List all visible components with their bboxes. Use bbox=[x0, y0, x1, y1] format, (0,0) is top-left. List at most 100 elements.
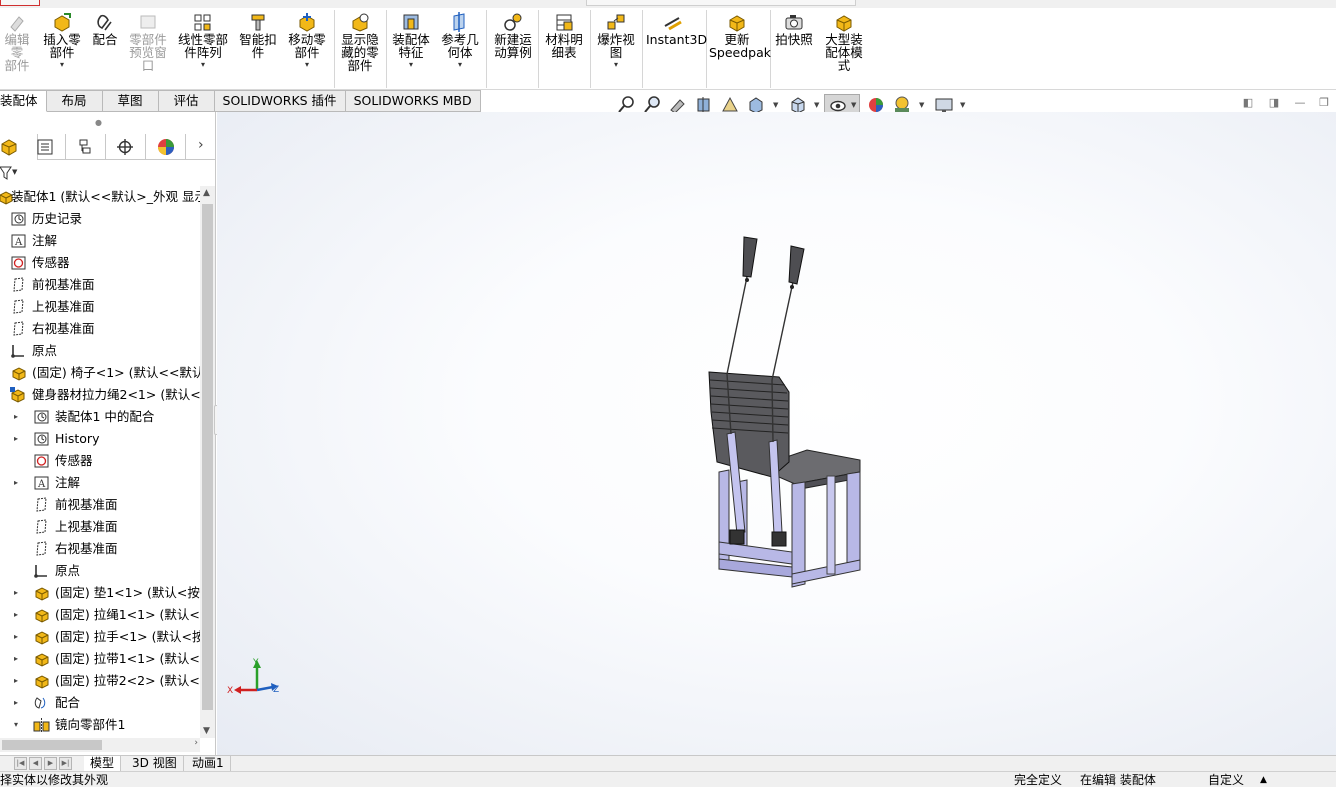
collapse-arrow-icon[interactable]: ▾ bbox=[14, 714, 24, 736]
tree-item[interactable]: ▾ 镜向零部件1 bbox=[0, 714, 200, 736]
ribbon-button-edit-component[interactable]: 编辑零 部件 bbox=[0, 12, 34, 90]
collapse-arrow-icon[interactable]: ▾ bbox=[0, 384, 1, 406]
view-settings-caret-icon[interactable]: ▼ bbox=[960, 101, 965, 109]
tree-item[interactable]: ▸ (固定) 拉带2<2> (默认<按 bbox=[0, 670, 200, 692]
tree-item[interactable]: 前视基准面 bbox=[0, 274, 200, 296]
display-style-caret-icon[interactable]: ▼ bbox=[814, 101, 819, 109]
units-caret-icon[interactable]: ▲ bbox=[1260, 772, 1267, 787]
tree-vertical-scrollbar[interactable]: ▲ ▼ bbox=[200, 186, 215, 738]
ribbon-button-mate[interactable]: 配合 bbox=[90, 12, 120, 90]
tree-item[interactable]: (固定) 椅子<1> (默认<<默认> bbox=[0, 362, 200, 384]
tab-display-manager[interactable] bbox=[146, 134, 186, 160]
tree-item[interactable]: ▸ (固定) 拉绳1<1> (默认<按 bbox=[0, 604, 200, 626]
expand-arrow-icon[interactable]: ▸ bbox=[14, 428, 24, 450]
ribbon-button-speedpak[interactable]: 更新 Speedpak bbox=[709, 12, 771, 90]
tree-item[interactable]: 装配体1 (默认<<默认>_外观 显示 bbox=[0, 186, 200, 208]
ribbon-button-instant3d[interactable]: Instant3D bbox=[646, 12, 707, 90]
tree-item[interactable]: ▾ 健身器材拉力绳2<1> (默认<<默 bbox=[0, 384, 200, 406]
tree-item[interactable]: 上视基准面 bbox=[0, 296, 200, 318]
view-orientation-caret-icon[interactable]: ▼ bbox=[773, 101, 778, 109]
tree-filter[interactable]: ▼ bbox=[0, 164, 40, 184]
expand-arrow-icon[interactable]: ▸ bbox=[14, 604, 24, 626]
dropdown-caret-icon[interactable]: ▾ bbox=[286, 61, 328, 69]
tab-property-manager[interactable] bbox=[26, 134, 66, 160]
expand-arrow-icon[interactable]: ▸ bbox=[14, 626, 24, 648]
bottom-tab-2[interactable]: 动画1 bbox=[186, 756, 231, 772]
expand-arrow-icon[interactable]: ▸ bbox=[14, 670, 24, 692]
last-tab-icon[interactable]: ▶| bbox=[59, 757, 72, 770]
tab-2[interactable]: 草图 bbox=[102, 90, 159, 112]
scroll-down-icon[interactable]: ▼ bbox=[203, 726, 210, 736]
expand-arrow-icon[interactable]: ▸ bbox=[14, 648, 24, 670]
assembly-model-view[interactable]: Y X Z bbox=[217, 112, 1336, 755]
tree-item[interactable]: 原点 bbox=[0, 340, 200, 362]
dropdown-caret-icon[interactable]: ▾ bbox=[42, 61, 82, 69]
next-tab-icon[interactable]: ▶ bbox=[44, 757, 57, 770]
ribbon-button-linear-pattern[interactable]: 线性零部 件阵列 ▾ bbox=[176, 12, 230, 90]
tree-item[interactable]: 前视基准面 bbox=[0, 494, 200, 516]
ribbon-button-insert-components[interactable]: 插入零 部件 ▾ bbox=[42, 12, 82, 90]
tree-item-label: 上视基准面 bbox=[32, 299, 95, 314]
tree-item[interactable]: ▸ (固定) 垫1<1> (默认<按加 bbox=[0, 582, 200, 604]
dropdown-caret-icon[interactable]: ▾ bbox=[438, 61, 482, 69]
tree-item[interactable]: 历史记录 bbox=[0, 208, 200, 230]
tab-4[interactable]: SOLIDWORKS 插件 bbox=[214, 90, 346, 112]
dropdown-caret-icon[interactable]: ▾ bbox=[388, 61, 434, 69]
tree-item[interactable]: 上视基准面 bbox=[0, 516, 200, 538]
tree-item[interactable]: 右视基准面 bbox=[0, 318, 200, 340]
chair-model[interactable] bbox=[708, 236, 861, 588]
ribbon-button-exploded-view[interactable]: 爆炸视 图 ▾ bbox=[594, 12, 638, 90]
tree-item[interactable]: ▸ (固定) 拉带1<1> (默认<按 bbox=[0, 648, 200, 670]
bottom-tab-0[interactable]: 模型 bbox=[84, 756, 122, 772]
tab-3[interactable]: 评估 bbox=[158, 90, 215, 112]
chevron-right-icon[interactable]: › bbox=[198, 137, 204, 153]
scroll-up-icon[interactable]: ▲ bbox=[203, 188, 210, 198]
tree-item[interactable]: 右视基准面 bbox=[0, 538, 200, 560]
configuration-icon bbox=[79, 139, 91, 154]
scroll-right-icon[interactable]: › bbox=[194, 738, 198, 748]
scroll-thumb[interactable] bbox=[202, 204, 213, 710]
dropdown-caret-icon[interactable]: ▾ bbox=[594, 61, 638, 69]
ribbon-button-move-component[interactable]: 移动零 部件 ▾ bbox=[286, 12, 328, 90]
ribbon-button-smart-fasteners[interactable]: 智能扣 件 bbox=[238, 12, 278, 90]
ribbon-button-label: 材料明 细表 bbox=[545, 32, 583, 60]
previous-tab-icon[interactable]: ◀ bbox=[29, 757, 42, 770]
tree-item[interactable]: ▸ (固定) 拉手<1> (默认<按加 bbox=[0, 626, 200, 648]
expand-arrow-icon[interactable]: ▸ bbox=[14, 406, 24, 428]
scroll-thumb[interactable] bbox=[2, 740, 102, 750]
tab-configuration-manager[interactable] bbox=[66, 134, 106, 160]
expand-arrow-icon[interactable]: ▸ bbox=[14, 472, 24, 494]
tree-item[interactable]: ▸ History bbox=[0, 428, 200, 450]
ribbon-button-reference-geometry[interactable]: 参考几 何体 ▾ bbox=[438, 12, 482, 90]
tab-0[interactable]: 装配体 bbox=[0, 90, 47, 112]
tab-5[interactable]: SOLIDWORKS MBD bbox=[345, 90, 481, 112]
pane-grip-icon[interactable]: ● bbox=[95, 118, 102, 127]
tree-item[interactable]: ▸ 配合 bbox=[0, 692, 200, 714]
graphics-area[interactable]: Y X Z bbox=[217, 112, 1336, 755]
tree-item[interactable]: 传感器 bbox=[0, 252, 200, 274]
status-bar: 择实体以修改其外观 完全定义 在编辑 装配体 自定义 ▲ bbox=[0, 771, 1336, 787]
tree-item[interactable]: ▸ 装配体1 中的配合 bbox=[0, 406, 200, 428]
expand-arrow-icon[interactable]: ▸ bbox=[14, 692, 24, 714]
expand-arrow-icon[interactable]: ▸ bbox=[14, 582, 24, 604]
ribbon-button-snapshot[interactable]: 拍快照 bbox=[774, 12, 814, 90]
tree-item[interactable]: ▸ A 注解 bbox=[0, 472, 200, 494]
tab-1[interactable]: 布局 bbox=[46, 90, 103, 112]
tree-item[interactable]: A 注解 bbox=[0, 230, 200, 252]
bottom-tab-1[interactable]: 3D 视图 bbox=[126, 756, 184, 772]
ribbon-button-component-preview[interactable]: 零部件 预览窗 口 bbox=[126, 12, 170, 90]
first-tab-icon[interactable]: |◀ bbox=[14, 757, 27, 770]
status-units[interactable]: 自定义 bbox=[1208, 772, 1244, 787]
ribbon-button-motion-study[interactable]: 新建运 动算例 bbox=[490, 12, 536, 90]
ribbon-button-show-hidden[interactable]: 显示隐 藏的零 部件 bbox=[338, 12, 382, 90]
tree-item[interactable]: 原点 bbox=[0, 560, 200, 582]
ribbon-button-assembly-features[interactable]: 装配体 特征 ▾ bbox=[388, 12, 434, 90]
ribbon-button-large-assembly[interactable]: 大型装 配体模 式 bbox=[820, 12, 868, 90]
dropdown-caret-icon[interactable]: ▾ bbox=[176, 61, 230, 69]
tree-item[interactable]: 传感器 bbox=[0, 450, 200, 472]
tree-horizontal-scrollbar[interactable]: › bbox=[0, 738, 200, 752]
tab-dimxpert-manager[interactable] bbox=[106, 134, 146, 160]
tree-item-label: 配合 bbox=[55, 695, 81, 710]
ribbon-button-bom[interactable]: 材料明 细表 bbox=[542, 12, 586, 90]
apply-scene-caret-icon[interactable]: ▼ bbox=[919, 101, 924, 109]
